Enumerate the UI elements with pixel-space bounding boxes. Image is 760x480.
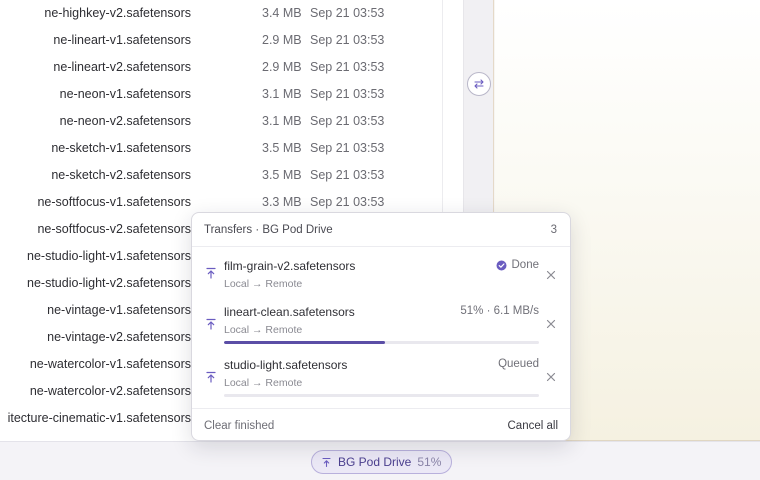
cancel-all-button[interactable]: Cancel all (508, 420, 559, 432)
swap-icon (474, 79, 484, 89)
pill-label: BG Pod Drive (338, 455, 412, 469)
upload-arrow-icon (322, 457, 331, 467)
file-date: Sep 21 03:53 (310, 87, 385, 101)
check-circle-icon (496, 260, 506, 270)
file-size: 3.1 MB (262, 114, 302, 128)
transfer-status-text: Queued (498, 358, 539, 370)
transfers-popover: Transfers · BG Pod Drive 3 film-grain-v2… (191, 212, 571, 441)
transfer-route: Local → Remote (224, 324, 303, 336)
swap-panes-button[interactable] (467, 72, 491, 96)
clear-finished-button[interactable]: Clear finished (204, 420, 274, 432)
transfer-progress-bar (224, 394, 539, 397)
close-icon[interactable] (545, 318, 557, 330)
status-bar: BG Pod Drive 51% (0, 441, 760, 480)
transfer-status-text: 51% · 6.1 MB/s (460, 305, 539, 317)
pill-percent: 51% (417, 455, 442, 469)
file-name: ne-vintage-v1.safetensors (47, 303, 191, 317)
transfer-route: Local → Remote (224, 278, 303, 290)
file-row[interactable]: ne-sketch-v1.safetensors 3.5 MB Sep 21 03:… (0, 135, 442, 162)
transfer-row: lineart-clean.safetensors Local → Remote… (192, 295, 570, 345)
file-row[interactable]: ne-neon-v2.safetensors 3.1 MB Sep 21 03:53 (0, 108, 442, 135)
file-size: 3.3 MB (262, 195, 302, 209)
file-name: ne-neon-v2.safetensors (59, 114, 191, 128)
file-date: Sep 21 03:53 (310, 114, 385, 128)
transfer-file-name: film-grain-v2.safetensors (224, 259, 356, 273)
popover-header: Transfers · BG Pod Drive 3 (192, 213, 570, 247)
file-size: 3.4 MB (262, 6, 302, 20)
file-date: Sep 21 03:53 (310, 195, 385, 209)
file-size: 2.9 MB (262, 33, 302, 47)
transfer-route: Local → Remote (224, 377, 303, 389)
transfer-progress-bar (224, 341, 539, 344)
file-name: ne-lineart-v1.safetensors (53, 33, 191, 47)
file-row[interactable]: ne-highkey-v2.safetensors 3.4 MB Sep 21 03… (0, 0, 442, 27)
file-date: Sep 21 03:53 (310, 60, 385, 74)
transfer-status: 51% · 6.1 MB/s (460, 305, 539, 317)
file-date: Sep 21 03:53 (310, 6, 385, 20)
file-date: Sep 21 03:53 (310, 33, 385, 47)
file-name: ne-vintage-v2.safetensors (47, 330, 191, 344)
file-date: Sep 21 03:53 (310, 141, 385, 155)
file-name: ne-watercolor-v1.safetensors (29, 357, 191, 371)
transfer-progress-fill (224, 341, 385, 344)
file-name: ne-studio-light-v2.safetensors (27, 276, 191, 290)
transfer-status: Done (496, 259, 540, 271)
file-size: 2.9 MB (262, 60, 302, 74)
close-icon[interactable] (545, 269, 557, 281)
popover-footer: Clear finished Cancel all (192, 408, 570, 440)
transfer-status: Queued (498, 358, 539, 370)
file-row[interactable]: ne-lineart-v1.safetensors 2.9 MB Sep 21 03… (0, 27, 442, 54)
file-date: Sep 21 03:53 (310, 168, 385, 182)
file-size: 3.5 MB (262, 141, 302, 155)
file-name: ne-highkey-v2.safetensors (44, 6, 191, 20)
upload-arrow-icon (206, 267, 216, 279)
file-name: ne-softfocus-v1.safetensors (37, 195, 191, 209)
upload-arrow-icon (206, 371, 216, 383)
file-row[interactable]: ne-lineart-v2.safetensors 2.9 MB Sep 21 03… (0, 54, 442, 81)
transfer-file-name: lineart-clean.safetensors (224, 305, 355, 319)
file-name: itecture-cinematic-v1.safetensors (7, 411, 191, 425)
transfer-row: studio-light.safetensors Local → Remote … (192, 348, 570, 398)
transfer-row: film-grain-v2.safetensors Local → Remote… (192, 249, 570, 299)
close-icon[interactable] (545, 371, 557, 383)
transfer-file-name: studio-light.safetensors (224, 358, 348, 372)
file-size: 3.1 MB (262, 87, 302, 101)
upload-arrow-icon (206, 318, 216, 330)
file-row[interactable]: ne-sketch-v2.safetensors 3.5 MB Sep 21 03:… (0, 162, 442, 189)
file-name: ne-softfocus-v2.safetensors (37, 222, 191, 236)
file-name: ne-sketch-v1.safetensors (51, 141, 191, 155)
file-name: ne-watercolor-v2.safetensors (29, 384, 191, 398)
transfer-status-pill[interactable]: BG Pod Drive 51% (311, 450, 453, 474)
transfer-count: 3 (550, 224, 557, 236)
file-row[interactable]: ne-neon-v1.safetensors 3.1 MB Sep 21 03:53 (0, 81, 442, 108)
file-name: ne-sketch-v2.safetensors (51, 168, 191, 182)
file-size: 3.5 MB (262, 168, 302, 182)
popover-title: Transfers · BG Pod Drive (204, 224, 333, 236)
file-name: ne-lineart-v2.safetensors (53, 60, 191, 74)
transfer-status-text: Done (511, 259, 540, 271)
file-name: ne-neon-v1.safetensors (59, 87, 191, 101)
file-name: ne-studio-light-v1.safetensors (27, 249, 191, 263)
